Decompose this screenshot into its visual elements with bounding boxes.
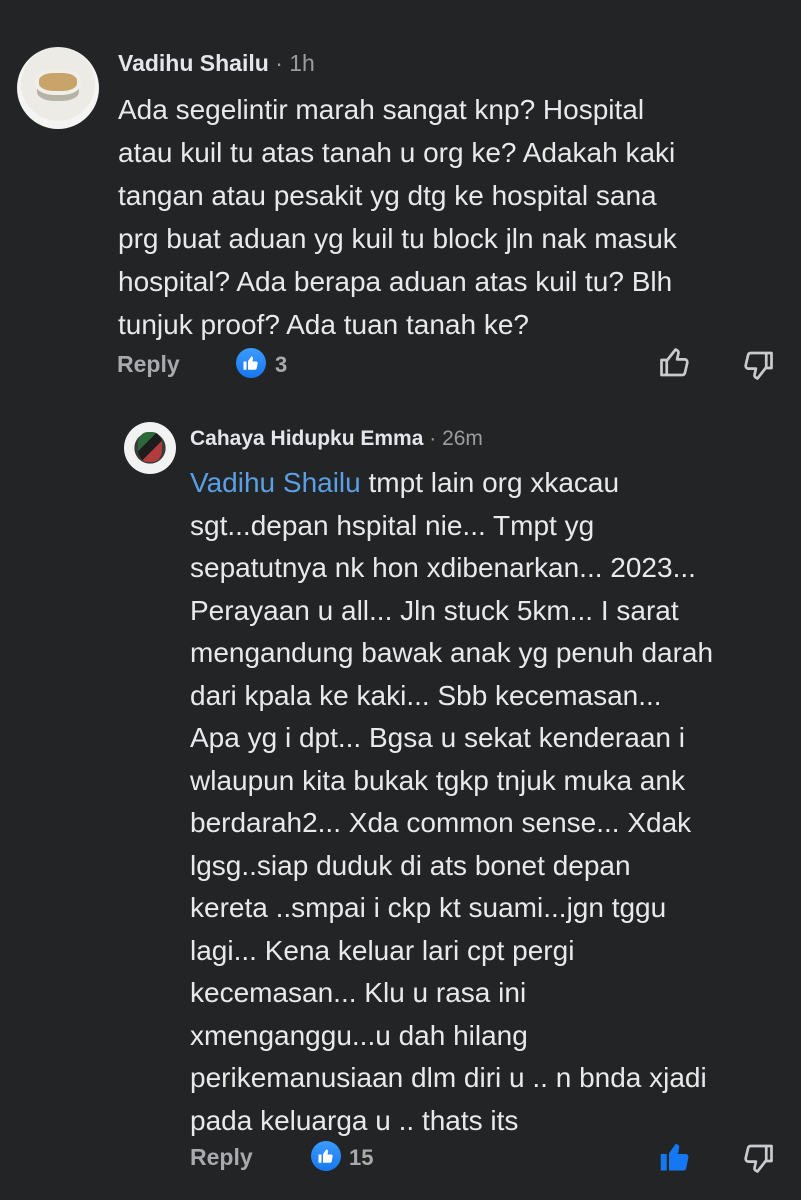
- comment-header: Cahaya Hidupku Emma · 26m: [190, 427, 483, 451]
- mention-link[interactable]: Vadihu Shailu: [190, 467, 361, 498]
- thumbs-up-filled-icon: [660, 1143, 689, 1171]
- comment-header: Vadihu Shailu · 1h: [118, 50, 315, 77]
- reply-button[interactable]: Reply: [190, 1144, 253, 1171]
- reply-button[interactable]: Reply: [117, 351, 180, 378]
- timestamp: · 26m: [423, 427, 483, 450]
- reaction-count: 3: [275, 352, 288, 377]
- reaction-count: 15: [349, 1145, 374, 1170]
- like-icon: [236, 348, 266, 378]
- dislike-button[interactable]: [740, 347, 776, 383]
- dislike-button[interactable]: [740, 1140, 776, 1176]
- comment-body: tmpt lain org xkacau sgt...depan hspital…: [190, 467, 714, 1136]
- like-icon: [311, 1141, 341, 1171]
- like-button[interactable]: [657, 345, 693, 381]
- comment-text: Vadihu Shailu tmpt lain org xkacau sgt..…: [190, 462, 790, 1142]
- like-button-active[interactable]: [657, 1139, 693, 1175]
- thumbs-up-icon: [660, 348, 689, 377]
- author-name[interactable]: Cahaya Hidupku Emma: [190, 427, 423, 450]
- avatar[interactable]: [124, 422, 176, 474]
- thumbs-down-icon: [744, 1144, 773, 1173]
- comment-text: Ada segelintir marah sangat knp? Hospita…: [118, 94, 677, 340]
- timestamp: · 1h: [268, 50, 315, 76]
- avatar[interactable]: [17, 47, 99, 129]
- thumbs-down-icon: [744, 351, 773, 380]
- author-name[interactable]: Vadihu Shailu: [118, 50, 269, 76]
